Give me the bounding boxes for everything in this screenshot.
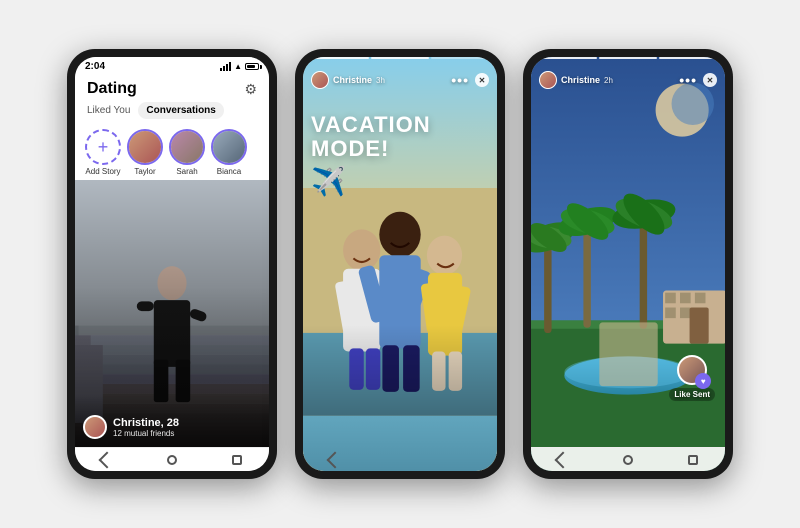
- close-story-button-3[interactable]: ✕: [703, 73, 717, 87]
- story-text-2: VACATION MODE! ✈️: [303, 93, 497, 407]
- sarah-photo: [171, 131, 203, 163]
- phone-1: 2:04 ▲ Dating ⚙ Liked You Conversations: [67, 49, 277, 479]
- dating-title: Dating: [87, 80, 137, 98]
- story-username-2: Christine: [333, 75, 372, 85]
- card-name-area: Christine, 28 12 mutual friends: [113, 417, 179, 438]
- story-header-3: Christine 2h ••• ✕: [531, 63, 725, 93]
- signal-icon: [220, 62, 231, 71]
- like-sent-heart-icon: ♥: [695, 373, 711, 389]
- status-icons-1: ▲: [220, 62, 259, 71]
- add-story-label: Add Story: [85, 167, 120, 176]
- card-name: Christine, 28: [113, 417, 179, 429]
- story-user-avatar-3: [539, 71, 557, 89]
- story-sarah[interactable]: Sarah: [169, 129, 205, 176]
- close-icon: ✕: [479, 76, 486, 85]
- prog3-1: [539, 57, 597, 59]
- card-info: Christine, 28 12 mutual friends: [75, 395, 269, 447]
- close-story-button[interactable]: ✕: [475, 73, 489, 87]
- prog3-2: [599, 57, 657, 59]
- story-taylor[interactable]: Taylor: [127, 129, 163, 176]
- story-username-3: Christine: [561, 75, 600, 85]
- story-time-2: 3h: [376, 76, 385, 85]
- progress-1: [311, 57, 369, 59]
- bianca-photo: [213, 131, 245, 163]
- story-bianca[interactable]: Bianca: [211, 129, 247, 176]
- phone-3: Christine 2h ••• ✕ ♥: [523, 49, 733, 479]
- story-user-avatar-2: [311, 71, 329, 89]
- story-overlay-2: Christine 3h ••• ✕ VACATION MODE! ✈️: [303, 57, 497, 407]
- nav-bar-1: [75, 447, 269, 471]
- bianca-avatar[interactable]: [211, 129, 247, 165]
- sarah-label: Sarah: [176, 167, 197, 176]
- dating-header: Dating ⚙: [75, 74, 269, 102]
- story-time-3: 2h: [604, 76, 613, 85]
- story-header-2: Christine 3h ••• ✕: [303, 63, 497, 93]
- dating-card-area[interactable]: Christine, 28 12 mutual friends: [75, 180, 269, 447]
- bianca-label: Bianca: [217, 167, 241, 176]
- home-button-3[interactable]: [621, 453, 635, 467]
- add-story-avatar[interactable]: +: [85, 129, 121, 165]
- story-actions-3: ••• ✕: [679, 72, 717, 88]
- tab-liked-you[interactable]: Liked You: [87, 105, 130, 116]
- battery-icon: [245, 63, 259, 70]
- recents-button-3[interactable]: [686, 453, 700, 467]
- progress-2: [371, 57, 429, 59]
- like-sent-label: Like Sent: [669, 388, 715, 401]
- dating-card[interactable]: Christine, 28 12 mutual friends: [75, 180, 269, 447]
- story-user-info-3: Christine 2h: [539, 71, 613, 89]
- status-bar-1: 2:04 ▲: [75, 57, 269, 74]
- add-icon: +: [98, 137, 109, 158]
- time-1: 2:04: [85, 61, 105, 72]
- sarah-avatar[interactable]: [169, 129, 205, 165]
- progress-3: [431, 57, 489, 59]
- more-options-icon[interactable]: •••: [451, 72, 469, 88]
- vacation-mode-text: VACATION MODE!: [311, 113, 489, 161]
- dating-app-content: Dating ⚙ Liked You Conversations + Add S…: [75, 74, 269, 447]
- wifi-icon: ▲: [234, 62, 242, 71]
- story-user-info-2: Christine 3h: [311, 71, 385, 89]
- nav-bar-3: [531, 447, 725, 471]
- card-mini-avatar: [83, 415, 107, 439]
- story-actions-2: ••• ✕: [451, 72, 489, 88]
- taylor-label: Taylor: [134, 167, 155, 176]
- prog3-3: [659, 57, 717, 59]
- like-sent-bubble: ♥ Like Sent: [669, 355, 715, 401]
- home-button[interactable]: [165, 453, 179, 467]
- tab-conversations[interactable]: Conversations: [138, 102, 223, 119]
- back-button-3[interactable]: [556, 453, 570, 467]
- more-options-icon-3[interactable]: •••: [679, 72, 697, 88]
- story-view-3: Christine 2h ••• ✕ ♥: [531, 57, 725, 471]
- phone-2: Christine 3h ••• ✕ VACATION MODE! ✈️: [295, 49, 505, 479]
- story-view-2: Christine 3h ••• ✕ VACATION MODE! ✈️: [303, 57, 497, 471]
- gear-icon[interactable]: ⚙: [244, 81, 257, 98]
- airplane-emoji: ✈️: [311, 165, 489, 198]
- taylor-avatar[interactable]: [127, 129, 163, 165]
- back-button[interactable]: [100, 453, 114, 467]
- close-icon-3: ✕: [707, 76, 714, 85]
- taylor-photo: [129, 131, 161, 163]
- stories-row: + Add Story Taylor Sarah: [75, 125, 269, 180]
- like-sent-avatar-wrap: ♥: [677, 355, 707, 385]
- recents-button[interactable]: [230, 453, 244, 467]
- dating-tabs: Liked You Conversations: [75, 102, 269, 125]
- resort-overlay-3: Christine 2h ••• ✕ ♥: [531, 57, 725, 471]
- card-sub: 12 mutual friends: [113, 429, 179, 438]
- add-story-item[interactable]: + Add Story: [85, 129, 121, 176]
